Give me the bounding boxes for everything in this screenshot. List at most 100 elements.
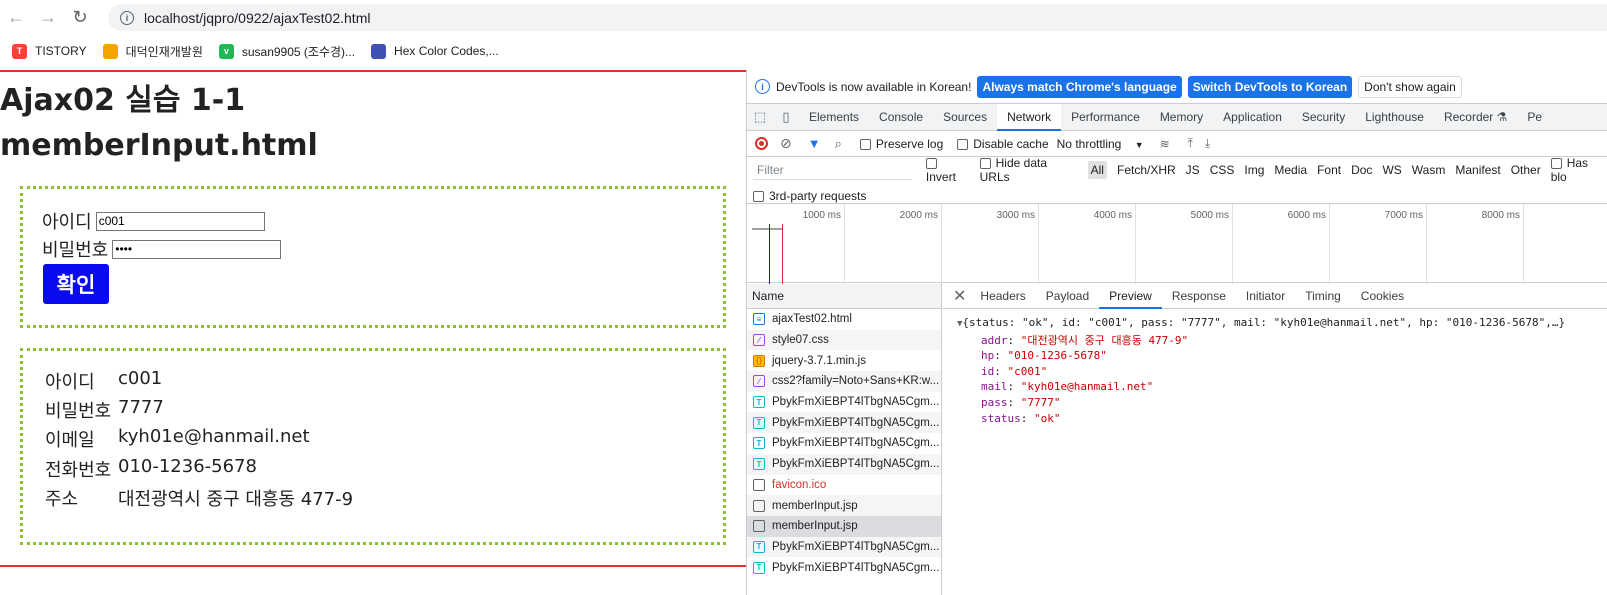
request-row[interactable]: T PbykFmXiEBPT4lTbgNA5Cgm... [747, 433, 941, 454]
devtools-tab-memory[interactable]: Memory [1150, 104, 1213, 131]
json-value: "c001" [1007, 364, 1048, 378]
devtools-tab-recorder[interactable]: Recorder ⚗ [1434, 104, 1517, 131]
json-field: pass: "7777" [957, 395, 1607, 411]
timeline-tick: 4000 ms [1094, 204, 1136, 284]
filter-type-wasm[interactable]: Wasm [1412, 163, 1446, 177]
bookmark-item[interactable]: T TISTORY [12, 43, 87, 59]
bookmark-item[interactable]: 대덕인재개발원 [102, 43, 203, 60]
request-row[interactable]: ⁄ css2?family=Noto+Sans+KR:w... [747, 371, 941, 392]
record-icon[interactable] [755, 137, 768, 150]
bookmark-item[interactable]: Hex Color Codes,... [371, 43, 499, 59]
filter-type-manifest[interactable]: Manifest [1455, 163, 1500, 177]
request-row[interactable]: T PbykFmXiEBPT4lTbgNA5Cgm... [747, 536, 941, 558]
detail-tab-headers[interactable]: Headers [970, 284, 1035, 309]
has-blocked-cookies-checkbox[interactable]: Has blo [1550, 156, 1607, 184]
filter-type-media[interactable]: Media [1274, 163, 1307, 177]
filter-type-ws[interactable]: WS [1382, 163, 1401, 177]
forward-button[interactable]: → [32, 2, 64, 34]
address-bar[interactable]: i localhost/jqpro/0922/ajaxTest02.html [108, 4, 1607, 31]
dont-show-again-button[interactable]: Don't show again [1358, 75, 1462, 98]
preserve-log-checkbox[interactable]: Preserve log [859, 137, 943, 151]
request-type-icon [753, 499, 765, 512]
timeline-tick-label: 4000 ms [1093, 210, 1132, 221]
filter-type-doc[interactable]: Doc [1351, 163, 1372, 177]
request-name: PbykFmXiEBPT4lTbgNA5Cgm... [772, 561, 940, 574]
result-key: 이메일 [45, 430, 95, 451]
password-input[interactable] [112, 239, 282, 259]
devtools-tab-elements[interactable]: Elements [799, 104, 869, 131]
request-row[interactable]: {} jquery-3.7.1.min.js [747, 350, 941, 371]
request-row[interactable]: memberInput.jsp [747, 515, 941, 537]
json-value: "대전광역시 중구 대흥동 477-9" [1020, 333, 1189, 347]
request-name: PbykFmXiEBPT4lTbgNA5Cgm... [772, 458, 940, 471]
devtools-tab-network[interactable]: Network [997, 103, 1062, 131]
site-info-icon[interactable]: i [120, 10, 134, 25]
request-row[interactable]: T PbykFmXiEBPT4lTbgNA5Cgm... [747, 453, 941, 475]
device-toolbar-icon[interactable]: ▯ [773, 109, 799, 125]
network-overview-timeline[interactable]: 1000 ms 2000 ms 3000 ms 4000 ms 5000 ms 6000 … [747, 203, 1607, 284]
filter-type-other[interactable]: Other [1511, 163, 1541, 177]
filter-icon[interactable]: ▼ [808, 136, 821, 151]
disable-cache-checkbox[interactable]: Disable cache [957, 137, 1049, 151]
filter-type-css[interactable]: CSS [1210, 163, 1235, 177]
devtools-tab-bar: ⬚ ▯ Elements Console Sources Network Perform… [747, 103, 1607, 131]
request-row[interactable]: favicon.ico [747, 475, 941, 496]
result-key: 전화번호 [45, 460, 112, 481]
json-summary[interactable]: ▼{status: "ok", id: "c001", pass: "7777"… [957, 315, 1607, 333]
request-type-icon: T [753, 396, 765, 409]
filter-type-fetchxhr[interactable]: Fetch/XHR [1117, 163, 1176, 177]
download-icon[interactable]: ⤓ [1205, 136, 1210, 151]
filter-type-img[interactable]: Img [1244, 163, 1264, 177]
devtools-tab-application[interactable]: Application [1213, 104, 1292, 131]
hide-data-urls-checkbox[interactable]: Hide data URLs [979, 156, 1080, 184]
id-input[interactable] [95, 211, 265, 231]
result-row: 전화번호 010-1236-5678 [45, 456, 257, 482]
devtools-tab-sources[interactable]: Sources [933, 104, 997, 131]
submit-button[interactable]: 확인 [43, 264, 109, 304]
detail-tab-initiator[interactable]: Initiator [1236, 284, 1295, 309]
third-party-checkbox[interactable]: 3rd-party requests [753, 189, 866, 203]
always-match-language-button[interactable]: Always match Chrome's language [977, 75, 1182, 98]
third-party-label: 3rd-party requests [769, 189, 867, 203]
timeline-tick: 2000 ms [900, 204, 942, 284]
back-button[interactable]: ← [0, 2, 32, 34]
bookmark-item[interactable]: v susan9905 (조수경)... [218, 43, 355, 60]
request-row[interactable]: T PbykFmXiEBPT4lTbgNA5Cgm... [747, 392, 941, 413]
clear-icon[interactable]: ⊘ [780, 135, 792, 152]
throttling-select[interactable]: No throttling ▼ [1057, 137, 1144, 151]
json-key: hp [981, 349, 995, 363]
close-icon[interactable]: ✕ [953, 286, 966, 306]
invert-checkbox[interactable]: Invert [925, 156, 972, 184]
devtools-tab-security[interactable]: Security [1292, 104, 1355, 131]
request-row[interactable]: ≡ ajaxTest02.html [747, 309, 941, 330]
devtools-tab-pe[interactable]: Pe [1517, 104, 1552, 131]
filter-type-font[interactable]: Font [1317, 163, 1341, 177]
upload-icon[interactable]: ⤒ [1188, 136, 1193, 151]
filter-type-js[interactable]: JS [1186, 163, 1200, 177]
page-title-line2: memberInput.html [0, 128, 318, 163]
filter-type-all[interactable]: All [1087, 161, 1107, 179]
request-row[interactable]: T PbykFmXiEBPT4lTbgNA5Cgm... [747, 412, 941, 434]
request-row[interactable]: ⁄ style07.css [747, 329, 941, 351]
inspect-element-icon[interactable]: ⬚ [747, 109, 773, 125]
throttling-value: No throttling [1056, 136, 1122, 151]
devtools-tab-lighthouse[interactable]: Lighthouse [1355, 104, 1434, 131]
result-row: 아이디 c001 [45, 368, 162, 394]
filter-input[interactable]: Filter [753, 161, 912, 180]
name-column-header[interactable]: Name [747, 284, 941, 309]
switch-to-korean-button[interactable]: Switch DevTools to Korean [1187, 75, 1353, 98]
detail-tab-preview[interactable]: Preview [1099, 284, 1162, 309]
detail-tab-response[interactable]: Response [1162, 284, 1236, 309]
detail-tab-cookies[interactable]: Cookies [1351, 284, 1414, 309]
request-list: Name ≡ ajaxTest02.html ⁄ style07.css {} jquer… [747, 284, 942, 595]
network-conditions-icon[interactable]: ≋ [1160, 137, 1170, 151]
timeline-tick-label: 5000 ms [1190, 210, 1229, 221]
search-icon[interactable]: ⌕ [835, 136, 842, 152]
reload-button[interactable]: ↻ [64, 2, 96, 34]
detail-tab-timing[interactable]: Timing [1295, 284, 1351, 309]
request-row[interactable]: T PbykFmXiEBPT4lTbgNA5Cgm... [747, 557, 941, 578]
devtools-tab-performance[interactable]: Performance [1061, 104, 1150, 131]
devtools-tab-console[interactable]: Console [869, 104, 933, 131]
request-row[interactable]: memberInput.jsp [747, 495, 941, 516]
detail-tab-payload[interactable]: Payload [1036, 284, 1099, 309]
